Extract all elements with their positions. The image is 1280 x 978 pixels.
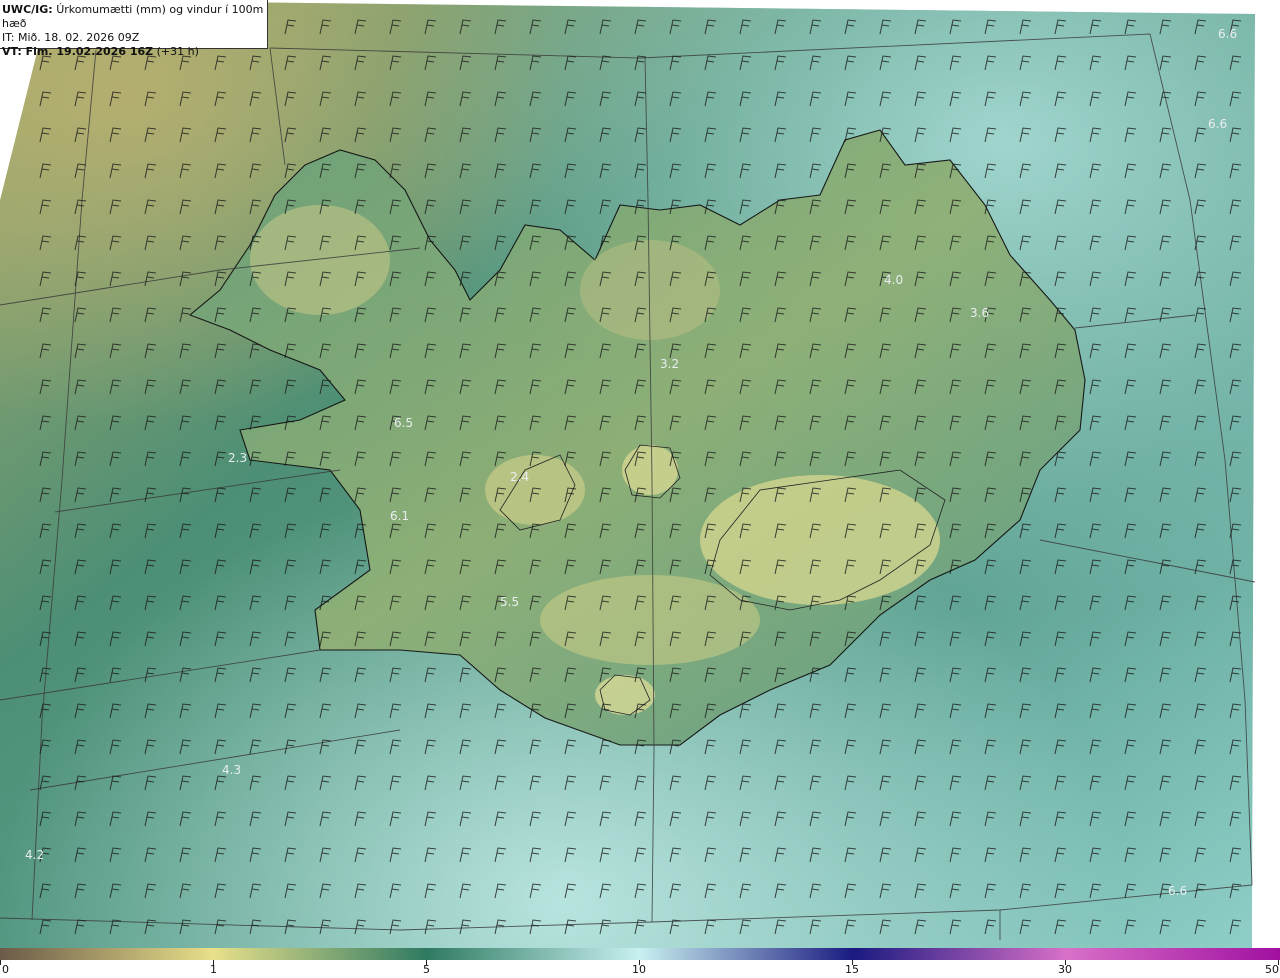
model-name: UWC/IG: xyxy=(2,3,53,16)
highland-vatnajokull xyxy=(700,475,940,605)
highland-central xyxy=(540,575,760,665)
valid-time-line: VT: Fim. 19.02.2026 16Z (+31 h) xyxy=(2,45,267,59)
colorbar-label: 15 xyxy=(845,963,859,976)
map-value-label: 6.6 xyxy=(1218,27,1237,41)
colorbar: 0 1 5 10 15 30 50 xyxy=(0,948,1280,978)
highland-hofsjokull xyxy=(622,445,678,495)
map-value-label: 6.1 xyxy=(390,509,409,523)
map-value-label: 5.5 xyxy=(500,595,519,609)
map-value-label: 3.6 xyxy=(970,306,989,320)
map-value-label: 6.5 xyxy=(394,416,413,430)
colorbar-label: 30 xyxy=(1058,963,1072,976)
colorbar-label: 50 xyxy=(1265,963,1279,976)
title-line: UWC/IG: Úrkomumætti (mm) og vindur í 100… xyxy=(2,3,267,31)
map-value-label: 4.0 xyxy=(884,273,903,287)
forecast-offset: (+31 h) xyxy=(156,45,199,58)
initial-time: IT: Mið. 18. 02. 2026 09Z xyxy=(2,31,140,44)
map-value-label: 2.3 xyxy=(228,451,247,465)
map-value-label: 6.6 xyxy=(1168,884,1187,898)
colorbar-tick xyxy=(0,960,1,965)
map-value-label: 4.3 xyxy=(222,763,241,777)
map-value-label: 3.2 xyxy=(660,357,679,371)
highland-westfjords xyxy=(250,205,390,315)
colorbar-strip xyxy=(0,948,1280,960)
colorbar-label: 5 xyxy=(423,963,430,976)
info-box: UWC/IG: Úrkomumætti (mm) og vindur í 100… xyxy=(0,0,268,58)
domain-mask-right xyxy=(1252,0,1280,948)
colorbar-label: 10 xyxy=(632,963,646,976)
weather-map: 6.6 6.6 4.0 3.6 3.2 6.5 2.3 2.4 6.1 5.5 … xyxy=(0,0,1280,948)
map-value-label: 2.4 xyxy=(510,470,529,484)
valid-time: VT: Fim. 19.02.2026 16Z xyxy=(2,45,154,58)
colorbar-label: 1 xyxy=(210,963,217,976)
colorbar-label: 0 xyxy=(2,963,9,976)
map-value-label: 4.2 xyxy=(25,848,44,862)
map-value-label: 6.6 xyxy=(1208,117,1227,131)
